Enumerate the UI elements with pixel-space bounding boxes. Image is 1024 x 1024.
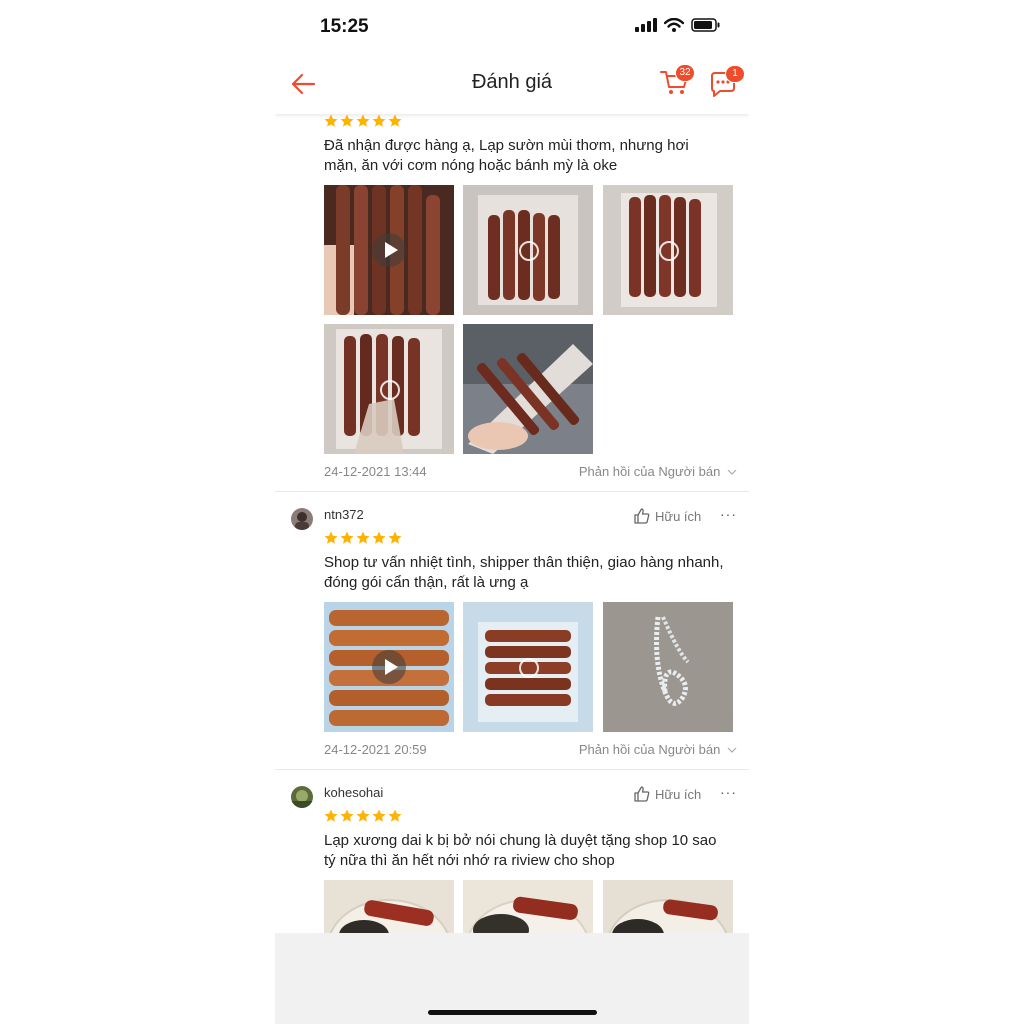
star-icon xyxy=(388,809,402,822)
home-indicator[interactable] xyxy=(428,1010,597,1015)
star-icon xyxy=(388,114,402,127)
user-avatar-image xyxy=(291,786,313,808)
star-icon xyxy=(356,809,370,822)
sausage-plate-photo xyxy=(463,880,593,933)
star-icon xyxy=(340,114,354,127)
star-icon xyxy=(340,809,354,822)
seller-reply-toggle[interactable]: Phản hồi của Người bán xyxy=(579,464,737,479)
star-icon xyxy=(356,531,370,544)
star-icon xyxy=(324,809,338,822)
review-username: ntn372 xyxy=(324,507,364,522)
review-photo[interactable] xyxy=(463,185,593,315)
star-icon xyxy=(324,531,338,544)
rating-stars xyxy=(324,531,402,545)
review-photo[interactable] xyxy=(603,602,733,732)
divider xyxy=(275,769,749,770)
helpful-button[interactable]: Hữu ích xyxy=(633,785,701,803)
watermark-icon xyxy=(380,380,400,400)
star-icon xyxy=(372,809,386,822)
hair-clip-photo xyxy=(603,602,733,732)
thumbs-up-icon xyxy=(634,786,650,802)
star-icon xyxy=(356,114,370,127)
helpful-label: Hữu ích xyxy=(655,786,702,802)
watermark-icon xyxy=(519,658,539,678)
seller-reply-toggle[interactable]: Phản hồi của Người bán xyxy=(579,742,737,757)
star-icon xyxy=(372,114,386,127)
review-date: 24-12-2021 20:59 xyxy=(324,742,427,757)
play-icon[interactable] xyxy=(372,233,406,267)
review-date: 24-12-2021 13:44 xyxy=(324,464,427,479)
review-video-thumbnail[interactable] xyxy=(324,185,454,315)
review-text: Đã nhận được hàng ạ, Lạp sườn mùi thơm, … xyxy=(324,137,689,174)
signal-icon xyxy=(635,18,657,32)
chevron-down-icon xyxy=(727,747,737,753)
user-avatar-image xyxy=(291,508,313,530)
cart-badge: 32 xyxy=(675,64,695,82)
helpful-button[interactable]: Hữu ích xyxy=(633,507,701,525)
bottom-bar xyxy=(275,933,749,1024)
review-video-thumbnail[interactable] xyxy=(324,602,454,732)
avatar[interactable] xyxy=(291,786,313,808)
review-photo[interactable] xyxy=(603,185,733,315)
chevron-down-icon xyxy=(727,469,737,475)
reviews-list[interactable]: Đã nhận được hàng ạ, Lạp sườn mùi thơm, … xyxy=(275,114,749,933)
review-text: Lạp xương dai k bị bở nói chung là duyệt… xyxy=(324,832,717,869)
review-text: Shop tư vấn nhiệt tình, shipper thân thi… xyxy=(324,554,724,591)
watermark-icon xyxy=(659,241,679,261)
seller-reply-label: Phản hồi của Người bán xyxy=(578,742,721,757)
wifi-icon xyxy=(664,18,684,32)
star-icon xyxy=(324,114,338,127)
star-icon xyxy=(340,531,354,544)
star-icon xyxy=(372,531,386,544)
review-photo[interactable] xyxy=(603,880,733,933)
more-options-icon[interactable]: ··· xyxy=(720,506,737,522)
status-icons xyxy=(635,18,721,32)
seller-reply-label: Phản hồi của Người bán xyxy=(578,464,721,479)
review-photo[interactable] xyxy=(463,880,593,933)
review-photo[interactable] xyxy=(463,324,593,454)
star-icon xyxy=(388,531,402,544)
sausage-photo xyxy=(463,324,593,454)
avatar[interactable] xyxy=(291,508,313,530)
divider xyxy=(275,491,749,492)
status-time: 15:25 xyxy=(320,16,369,37)
play-icon[interactable] xyxy=(372,650,406,684)
review-photo[interactable] xyxy=(324,880,454,933)
watermark-icon xyxy=(519,241,539,261)
helpful-label: Hữu ích xyxy=(655,508,702,524)
review-photo[interactable] xyxy=(324,324,454,454)
rating-stars xyxy=(324,114,402,128)
nav-bar: Đánh giá 32 1 xyxy=(275,54,749,114)
sausage-plate-photo xyxy=(324,880,454,933)
more-options-icon[interactable]: ··· xyxy=(720,784,737,800)
thumbs-up-icon xyxy=(634,508,650,524)
review-username: kohesohai xyxy=(324,785,384,800)
rating-stars xyxy=(324,809,402,823)
phone-screen: 15:25 Đánh giá 32 1 Đã nhận được hàng ạ,… xyxy=(275,0,749,1024)
chat-badge: 1 xyxy=(725,65,745,83)
battery-icon xyxy=(691,18,720,32)
sausage-plate-photo xyxy=(603,880,733,933)
status-bar: 15:25 xyxy=(275,0,749,54)
review-photo[interactable] xyxy=(463,602,593,732)
